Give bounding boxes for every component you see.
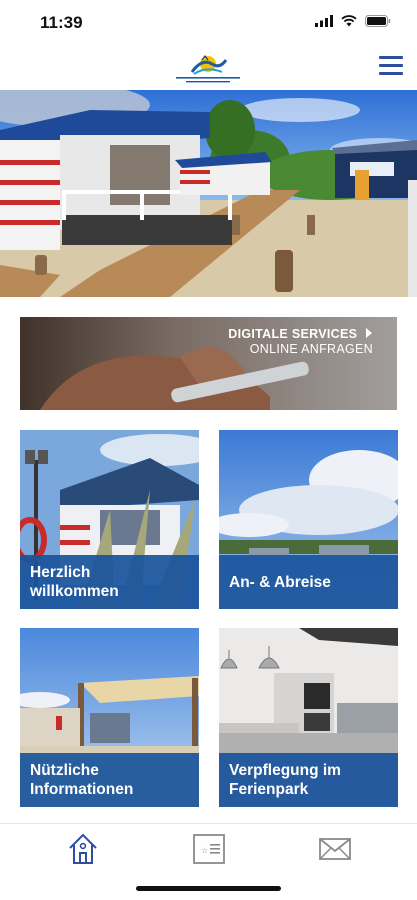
digital-services-subtitle: ONLINE ANFRAGEN (249, 342, 373, 356)
status-time: 11:39 (40, 13, 83, 32)
menu-bar (379, 64, 403, 67)
status-icons (315, 15, 391, 27)
tile-catering-label: Verpflegung im Ferienpark (219, 753, 398, 807)
hero-image (0, 90, 417, 297)
digital-services-title-text: DIGITALE SERVICES (228, 327, 358, 341)
wifi-icon (341, 15, 357, 27)
tile-catering-text: Verpflegung im Ferienpark (229, 762, 341, 798)
mail-icon (319, 838, 351, 860)
tile-catering[interactable]: Verpflegung im Ferienpark (219, 628, 398, 807)
tile-arrival-departure-text: An- & Abreise (229, 573, 331, 591)
tile-useful-info-label: Nützliche Informationen (20, 753, 199, 807)
tab-home[interactable] (66, 832, 100, 866)
tile-welcome-text: Herzlich willkommen (30, 564, 119, 600)
tile-welcome[interactable]: Herzlich willkommen (20, 430, 199, 609)
menu-bar (379, 72, 403, 75)
tab-info-card[interactable]: ☆ (192, 832, 226, 866)
battery-icon (365, 15, 391, 27)
tab-contact[interactable] (318, 832, 352, 866)
tile-arrival-departure[interactable]: An- & Abreise (219, 430, 398, 609)
digital-services-text: DIGITALE SERVICES ONLINE ANFRAGEN (228, 327, 373, 356)
digital-services-banner[interactable]: DIGITALE SERVICES ONLINE ANFRAGEN (20, 317, 397, 410)
app-logo[interactable] (172, 50, 244, 86)
status-bar: 11:39 (0, 0, 417, 46)
app-header (0, 46, 417, 90)
tile-welcome-label: Herzlich willkommen (20, 555, 199, 609)
signal-icon (315, 15, 333, 27)
tile-useful-info[interactable]: Nützliche Informationen (20, 628, 199, 807)
home-indicator (136, 886, 281, 891)
menu-bar (379, 56, 403, 59)
tile-arrival-departure-label: An- & Abreise (219, 555, 398, 609)
home-icon (69, 833, 97, 864)
svg-text:☆: ☆ (201, 846, 208, 855)
id-card-icon: ☆ (193, 834, 225, 864)
digital-services-title: DIGITALE SERVICES (228, 327, 373, 341)
chevron-right-icon (366, 328, 372, 338)
menu-button[interactable] (379, 56, 403, 78)
tile-useful-info-text: Nützliche Informationen (30, 762, 134, 798)
